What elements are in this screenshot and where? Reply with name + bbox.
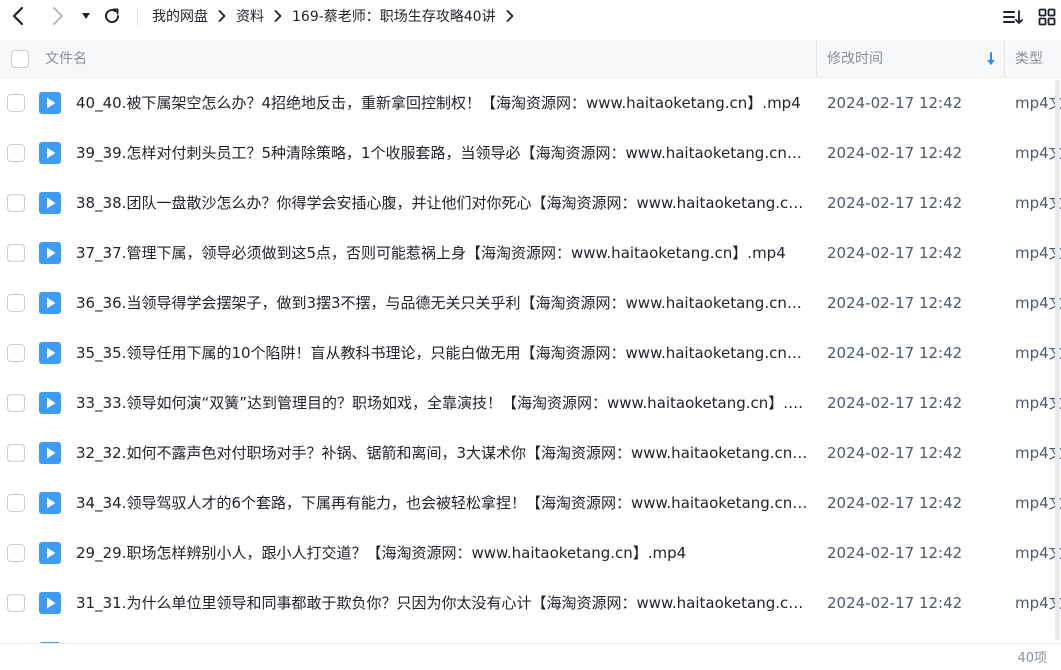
video-file-icon [39, 542, 61, 564]
file-row[interactable]: 33_33.领导如何演“双簧”达到管理目的？职场如戏，全靠演技！【海淘资源网：w… [0, 378, 1061, 428]
row-checkbox[interactable] [7, 494, 25, 512]
file-name[interactable]: 39_39.怎样对付刺头员工？5种清除策略，1个收服套路，当领导必【海淘资源网：… [76, 128, 808, 178]
file-name[interactable]: 33_33.领导如何演“双簧”达到管理目的？职场如戏，全靠演技！【海淘资源网：w… [76, 378, 808, 428]
column-resize-handle[interactable] [1004, 40, 1005, 78]
row-checkbox[interactable] [7, 444, 25, 462]
file-row[interactable]: 31_31.为什么单位里领导和同事都敢于欺负你？只因为你太没有心计【海淘资源网：… [0, 578, 1061, 628]
video-file-icon [39, 592, 61, 614]
file-modified-time: 2024-02-17 12:42 [827, 144, 963, 162]
row-checkbox[interactable] [7, 544, 25, 562]
file-row[interactable]: 34_34.领导驾驭人才的6个套路，下属再有能力，也会被轻松拿捏！【海淘资源网：… [0, 478, 1061, 528]
caret-down-icon [82, 13, 90, 19]
file-modified-time: 2024-02-17 12:42 [827, 494, 963, 512]
file-name[interactable]: 36_36.当领导得学会摆架子，做到3摆3不摆，与品德无关只关乎利【海淘资源网：… [76, 278, 808, 328]
file-name[interactable]: 32_32.如何不露声色对付职场对手？补锅、锯箭和离间，3大谋术你【海淘资源网：… [76, 428, 808, 478]
file-name[interactable]: 34_34.领导驾驭人才的6个套路，下属再有能力，也会被轻松拿捏！【海淘资源网：… [76, 478, 808, 528]
file-row[interactable]: 29_29.职场怎样辨别小人，跟小人打交道？【海淘资源网：www.haitaok… [0, 528, 1061, 578]
row-checkbox[interactable] [7, 94, 25, 112]
file-row[interactable]: 36_36.当领导得学会摆架子，做到3摆3不摆，与品德无关只关乎利【海淘资源网：… [0, 278, 1061, 328]
file-modified-time: 2024-02-17 12:42 [827, 244, 963, 262]
refresh-icon [105, 8, 120, 24]
video-file-icon [39, 342, 61, 364]
breadcrumb-item[interactable]: 资料 [236, 6, 264, 26]
vertical-scrollbar[interactable] [1055, 80, 1060, 640]
row-checkbox[interactable] [7, 344, 25, 362]
row-checkbox[interactable] [7, 294, 25, 312]
file-list: 40_40.被下属架空怎么办？4招绝地反击，重新拿回控制权！【海淘资源网：www… [0, 78, 1061, 643]
toolbar-divider [137, 7, 138, 27]
breadcrumb-chevron-icon [218, 10, 226, 22]
grid-view-icon [1038, 8, 1056, 26]
column-header-name[interactable]: 文件名 [45, 40, 87, 78]
file-row[interactable]: 38_38.团队一盘散沙怎么办？你得学会安插心腹，并让他们对你死心【海淘资源网：… [0, 178, 1061, 228]
column-header-type[interactable]: 类型 [1015, 40, 1043, 78]
toolbar: 我的网盘 资料 169-蔡老师：职场生存攻略40讲 [0, 0, 1061, 34]
file-modified-time: 2024-02-17 12:42 [827, 444, 963, 462]
breadcrumb-chevron-icon [274, 10, 282, 22]
column-resize-handle[interactable] [816, 40, 817, 78]
history-dropdown-button[interactable] [78, 0, 94, 32]
breadcrumb-item[interactable]: 我的网盘 [152, 6, 208, 26]
chevron-right-icon [53, 7, 63, 25]
file-modified-time: 2024-02-17 12:42 [827, 344, 963, 362]
sort-button[interactable] [1001, 6, 1025, 28]
refresh-button[interactable] [101, 0, 123, 32]
grid-view-button[interactable] [1036, 6, 1058, 28]
file-name[interactable]: 38_38.团队一盘散沙怎么办？你得学会安插心腹，并让他们对你死心【海淘资源网：… [76, 178, 808, 228]
row-checkbox[interactable] [7, 244, 25, 262]
item-count: 40项 [1017, 651, 1047, 666]
breadcrumb: 我的网盘 资料 169-蔡老师：职场生存攻略40讲 [152, 0, 524, 32]
row-checkbox[interactable] [7, 194, 25, 212]
file-list-header: 文件名 修改时间 类型 [0, 40, 1061, 78]
chevron-left-icon [12, 6, 24, 26]
file-modified-time: 2024-02-17 12:42 [827, 294, 963, 312]
video-file-icon [39, 442, 61, 464]
sort-list-icon [1003, 10, 1023, 24]
file-row-partial[interactable] [0, 628, 1061, 643]
breadcrumb-item-current[interactable]: 169-蔡老师：职场生存攻略40讲 [292, 6, 496, 26]
file-modified-time: 2024-02-17 12:42 [827, 94, 963, 112]
video-file-icon [39, 292, 61, 314]
video-file-icon [39, 242, 61, 264]
row-checkbox[interactable] [7, 394, 25, 412]
row-checkbox[interactable] [7, 594, 25, 612]
video-file-icon [39, 392, 61, 414]
video-file-icon [39, 92, 61, 114]
file-modified-time: 2024-02-17 12:42 [827, 394, 963, 412]
file-name[interactable]: 37_37.管理下属，领导必须做到这5点，否则可能惹祸上身【海淘资源网：www.… [76, 228, 808, 278]
video-file-icon [39, 492, 61, 514]
file-name[interactable]: 29_29.职场怎样辨别小人，跟小人打交道？【海淘资源网：www.haitaok… [76, 528, 808, 578]
video-file-icon [39, 192, 61, 214]
file-name[interactable]: 40_40.被下属架空怎么办？4招绝地反击，重新拿回控制权！【海淘资源网：www… [76, 78, 808, 128]
file-name[interactable]: 31_31.为什么单位里领导和同事都敢于欺负你？只因为你太没有心计【海淘资源网：… [76, 578, 808, 628]
status-bar: 40项 [0, 643, 1061, 670]
file-row[interactable]: 35_35.领导任用下属的10个陷阱！盲从教科书理论，只能白做无用【海淘资源网：… [0, 328, 1061, 378]
file-modified-time: 2024-02-17 12:42 [827, 594, 963, 612]
file-name[interactable]: 35_35.领导任用下属的10个陷阱！盲从教科书理论，只能白做无用【海淘资源网：… [76, 328, 808, 378]
column-header-modified-time[interactable]: 修改时间 [827, 40, 883, 78]
row-checkbox[interactable] [7, 144, 25, 162]
file-row[interactable]: 40_40.被下属架空怎么办？4招绝地反击，重新拿回控制权！【海淘资源网：www… [0, 78, 1061, 128]
forward-button[interactable] [46, 0, 70, 32]
file-modified-time: 2024-02-17 12:42 [827, 194, 963, 212]
file-row[interactable]: 39_39.怎样对付刺头员工？5种清除策略，1个收服套路，当领导必【海淘资源网：… [0, 128, 1061, 178]
breadcrumb-chevron-icon[interactable] [506, 10, 514, 22]
file-modified-time: 2024-02-17 12:42 [827, 544, 963, 562]
file-row[interactable]: 37_37.管理下属，领导必须做到这5点，否则可能惹祸上身【海淘资源网：www.… [0, 228, 1061, 278]
video-file-icon [39, 142, 61, 164]
select-all-checkbox[interactable] [11, 50, 29, 68]
file-row[interactable]: 32_32.如何不露声色对付职场对手？补锅、锯箭和离间，3大谋术你【海淘资源网：… [0, 428, 1061, 478]
back-button[interactable] [6, 0, 30, 32]
sort-descending-arrow-icon[interactable] [985, 51, 997, 67]
